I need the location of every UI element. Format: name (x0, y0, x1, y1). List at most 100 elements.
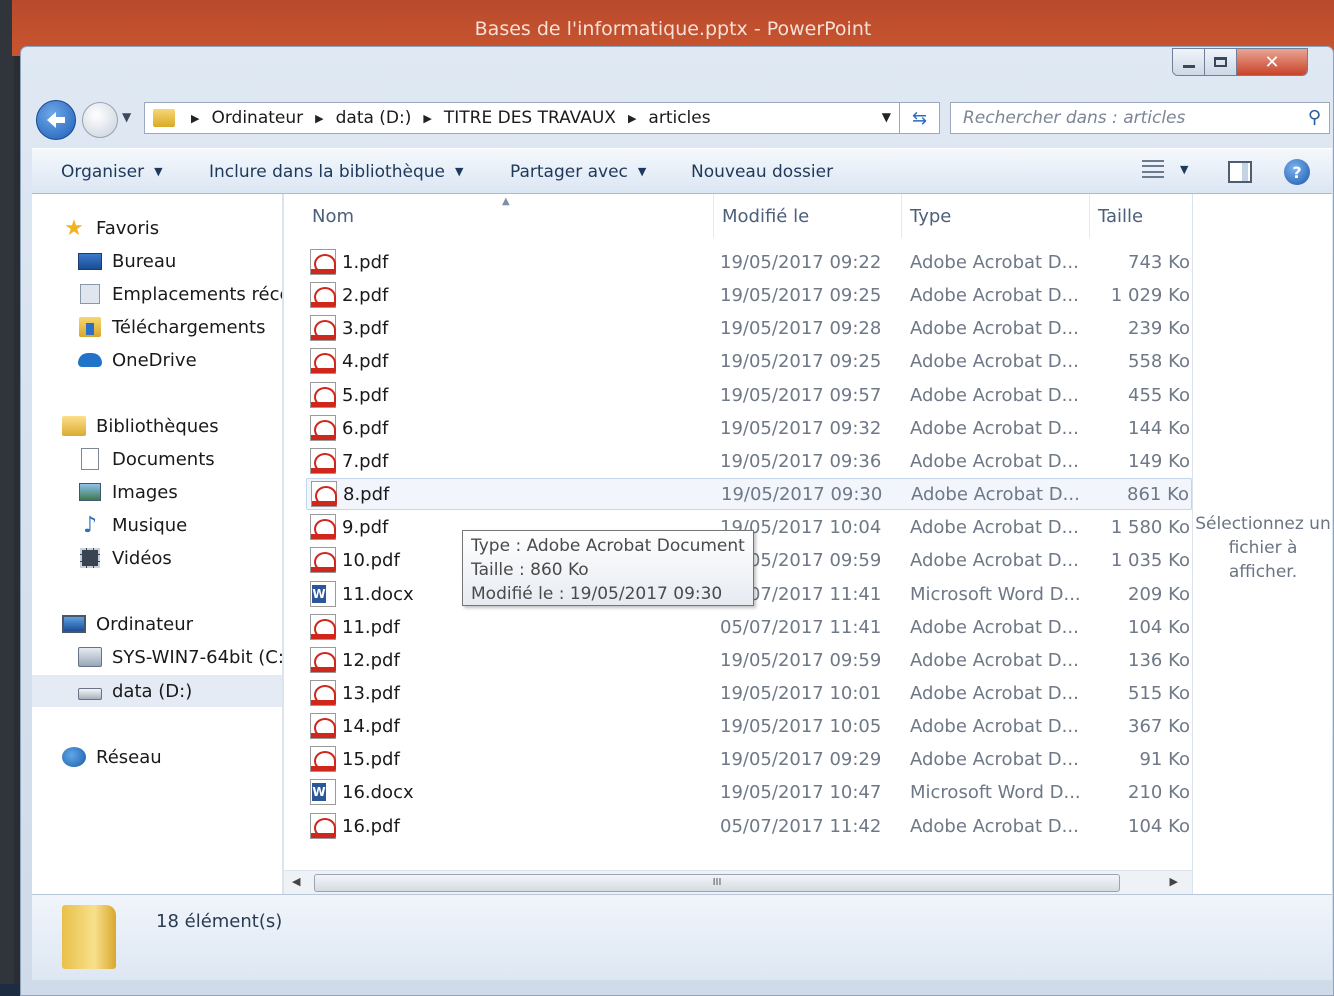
close-button[interactable]: ✕ (1237, 49, 1307, 75)
search-input[interactable]: Rechercher dans : articles ⚲ (950, 102, 1330, 134)
nav-label: SYS-WIN7-64bit (C:) (112, 646, 282, 668)
nav-network[interactable]: Réseau (32, 741, 282, 773)
file-row[interactable]: 6.pdf 19/05/2017 09:32 Adobe Acrobat D... 1… (306, 412, 1192, 444)
file-row[interactable]: 11.pdf 05/07/2017 11:41 Adobe Acrobat D...… (306, 611, 1192, 643)
nav-libraries[interactable]: Bibliothèques (32, 410, 282, 442)
breadcrumb-arrow-icon[interactable]: ▶ (191, 112, 199, 125)
breadcrumb-arrow-icon[interactable]: ▶ (423, 112, 431, 125)
horizontal-scrollbar[interactable]: ◀ III ▶ (284, 870, 1192, 894)
minimize-button[interactable] (1173, 49, 1205, 75)
change-view-button[interactable]: ▼ (1142, 160, 1188, 178)
share-with-button[interactable]: Partager avec ▼ (510, 162, 646, 182)
chevron-down-icon: ▼ (154, 165, 163, 178)
file-row[interactable]: 3.pdf 19/05/2017 09:28 Adobe Acrobat D... 2… (306, 312, 1192, 344)
nav-downloads[interactable]: Téléchargements (32, 311, 282, 343)
breadcrumb-current[interactable]: articles (648, 108, 710, 128)
file-name-cell[interactable]: 4.pdf (310, 348, 388, 374)
file-type: Adobe Acrobat D... (910, 350, 1079, 372)
breadcrumb-folder[interactable]: TITRE DES TRAVAUX (444, 108, 616, 128)
nav-favorites[interactable]: ★ Favoris (32, 212, 282, 244)
file-size: 144 Ko (1128, 417, 1190, 439)
nav-drive-c[interactable]: SYS-WIN7-64bit (C:) (32, 641, 282, 673)
file-name-cell[interactable]: 11.pdf (310, 614, 400, 640)
nav-drive-d[interactable]: data (D:) (32, 675, 282, 707)
file-name-cell[interactable]: 14.pdf (310, 713, 400, 739)
file-name-cell[interactable]: 5.pdf (310, 382, 388, 408)
file-row[interactable]: 16.pdf 05/07/2017 11:42 Adobe Acrobat D...… (306, 810, 1192, 842)
nav-documents[interactable]: Documents (32, 443, 282, 475)
file-size: 210 Ko (1128, 781, 1190, 803)
breadcrumb-computer[interactable]: Ordinateur (211, 108, 303, 128)
nav-desktop[interactable]: Bureau (32, 245, 282, 277)
nav-label: Téléchargements (112, 316, 266, 338)
file-name-cell[interactable]: 6.pdf (310, 415, 388, 441)
file-name: 6.pdf (342, 417, 389, 439)
desktop-icon (78, 251, 102, 271)
file-name-cell[interactable]: 16.docx (310, 779, 414, 805)
include-library-button[interactable]: Inclure dans la bibliothèque ▼ (209, 162, 463, 182)
nav-computer[interactable]: Ordinateur (32, 608, 282, 640)
organize-button[interactable]: Organiser ▼ (61, 162, 163, 182)
file-name-cell[interactable]: 7.pdf (310, 448, 388, 474)
column-header-size[interactable]: Taille (1090, 194, 1192, 238)
file-name-cell[interactable]: 2.pdf (310, 282, 388, 308)
column-header-type[interactable]: Type (902, 194, 1090, 238)
pdf-file-icon (310, 713, 336, 739)
film-icon (78, 548, 102, 568)
preview-pane-icon[interactable] (1228, 161, 1252, 183)
recent-pages-dropdown[interactable]: ▼ (122, 110, 131, 124)
file-name-cell[interactable]: 8.pdf (311, 481, 389, 507)
column-header-modified[interactable]: Modifié le (714, 194, 902, 238)
maximize-button[interactable] (1205, 49, 1237, 75)
breadcrumb-arrow-icon[interactable]: ▶ (315, 112, 323, 125)
file-name-cell[interactable]: 10.pdf (310, 547, 400, 573)
file-name-cell[interactable]: 16.pdf (310, 813, 400, 839)
file-row[interactable]: 5.pdf 19/05/2017 09:57 Adobe Acrobat D... 4… (306, 379, 1192, 411)
file-row[interactable]: 4.pdf 19/05/2017 09:25 Adobe Acrobat D... 5… (306, 345, 1192, 377)
file-modified: 19/05/2017 09:32 (720, 417, 882, 439)
breadcrumb-drive[interactable]: data (D:) (336, 108, 412, 128)
file-name-cell[interactable]: 1.pdf (310, 249, 388, 275)
nav-label: Réseau (96, 746, 162, 768)
scroll-right-icon[interactable]: ▶ (1170, 875, 1178, 888)
file-row[interactable]: 12.pdf 19/05/2017 09:59 Adobe Acrobat D...… (306, 644, 1192, 676)
nav-videos[interactable]: Vidéos (32, 542, 282, 574)
file-row[interactable]: 2.pdf 19/05/2017 09:25 Adobe Acrobat D... 1… (306, 279, 1192, 311)
nav-music[interactable]: ♪ Musique (32, 509, 282, 541)
file-row[interactable]: 13.pdf 19/05/2017 10:01 Adobe Acrobat D...… (306, 677, 1192, 709)
nav-images[interactable]: Images (32, 476, 282, 508)
word-file-icon (310, 581, 336, 607)
file-name-cell[interactable]: 15.pdf (310, 746, 400, 772)
file-name-cell[interactable]: 13.pdf (310, 680, 400, 706)
file-type: Adobe Acrobat D... (910, 649, 1079, 671)
file-row[interactable]: 8.pdf 19/05/2017 09:30 Adobe Acrobat D... 8… (306, 478, 1192, 510)
file-row[interactable]: 14.pdf 19/05/2017 10:05 Adobe Acrobat D...… (306, 710, 1192, 742)
breadcrumb-arrow-icon[interactable]: ▶ (628, 112, 636, 125)
file-size: 367 Ko (1128, 715, 1190, 737)
help-icon[interactable]: ? (1284, 159, 1310, 185)
search-icon[interactable]: ⚲ (1308, 107, 1321, 128)
scrollbar-thumb[interactable]: III (314, 874, 1120, 892)
file-size: 1 580 Ko (1110, 516, 1190, 538)
file-name-cell[interactable]: 12.pdf (310, 647, 400, 673)
file-row[interactable]: 16.docx 19/05/2017 10:47 Microsoft Word D.… (306, 776, 1192, 808)
back-button[interactable] (36, 100, 76, 140)
file-row[interactable]: 7.pdf 19/05/2017 09:36 Adobe Acrobat D... 1… (306, 445, 1192, 477)
nav-onedrive[interactable]: OneDrive (32, 344, 282, 376)
file-name-cell[interactable]: 3.pdf (310, 315, 388, 341)
file-name-cell[interactable]: 11.docx (310, 581, 414, 607)
pdf-file-icon (310, 514, 336, 540)
nav-recent-places[interactable]: Emplacements récents (32, 278, 282, 310)
address-bar[interactable]: ▶ Ordinateur ▶ data (D:) ▶ TITRE DES TRA… (144, 102, 900, 134)
pdf-file-icon (310, 282, 336, 308)
refresh-button[interactable]: ⇆ (900, 102, 940, 134)
forward-button[interactable] (82, 102, 118, 138)
file-row[interactable]: 1.pdf 19/05/2017 09:22 Adobe Acrobat D... 7… (306, 246, 1192, 278)
address-dropdown-icon[interactable]: ▼ (882, 110, 891, 124)
file-name-cell[interactable]: 9.pdf (310, 514, 388, 540)
pdf-file-icon (310, 746, 336, 772)
new-folder-button[interactable]: Nouveau dossier (691, 162, 833, 182)
scroll-left-icon[interactable]: ◀ (292, 875, 300, 888)
nav-label: Vidéos (112, 547, 172, 569)
file-row[interactable]: 15.pdf 19/05/2017 09:29 Adobe Acrobat D...… (306, 743, 1192, 775)
